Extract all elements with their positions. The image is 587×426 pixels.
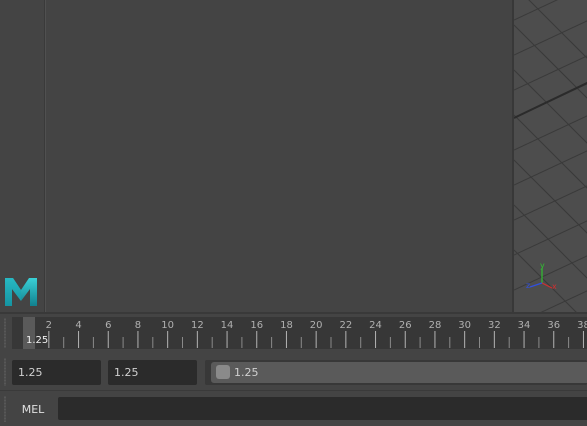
- frame-tick-label: 20: [310, 320, 323, 331]
- axis-z-label: z: [526, 281, 530, 290]
- frame-tick-label: 18: [280, 320, 293, 331]
- range-slider-start-handle[interactable]: [216, 365, 230, 379]
- frame-tick-label: 32: [488, 320, 501, 331]
- frame-tick-label: 36: [547, 320, 560, 331]
- command-language-toggle[interactable]: MEL: [11, 398, 55, 422]
- frame-tick-label: 6: [105, 320, 111, 331]
- perspective-viewport[interactable]: y x z: [512, 0, 587, 312]
- frame-tick-label: 24: [369, 320, 382, 331]
- axis-y-label: y: [540, 261, 545, 270]
- frame-tick-label: 26: [399, 320, 412, 331]
- frame-tick-label: 16: [250, 320, 263, 331]
- animation-start-field[interactable]: 1.25: [12, 360, 101, 385]
- frame-tick-label: 4: [75, 320, 81, 331]
- frame-tick-label: 38: [577, 320, 587, 331]
- range-slider-bar[interactable]: [211, 362, 587, 383]
- frame-tick-label: 14: [221, 320, 234, 331]
- time-slider[interactable]: 2 4 6 8 10 12 14 16 18 20 22 24 26 28 30 32 34 36 38: [12, 317, 587, 349]
- axis-x-label: x: [552, 282, 557, 291]
- frame-tick-label: 22: [339, 320, 352, 331]
- range-slider-grip-handle[interactable]: [4, 358, 6, 386]
- current-time-label: 1.25: [26, 335, 49, 346]
- maya-window: y x z 2 4 6 8 10 12 14 16 18 20 22 24 26 28 30 32 34 36 38…: [0, 0, 587, 426]
- playback-start-field[interactable]: 1.25: [108, 360, 197, 385]
- time-slider-grip-handle[interactable]: [4, 318, 6, 348]
- frame-tick-label: 8: [135, 320, 141, 331]
- frame-tick-label: 34: [518, 320, 531, 331]
- range-slider-label: 1.25: [234, 366, 259, 379]
- frame-tick-label: 12: [191, 320, 204, 331]
- main-panel[interactable]: [46, 0, 510, 314]
- frame-tick-label: 10: [161, 320, 174, 331]
- axis-gizmo-icon: y x z: [526, 261, 557, 291]
- command-line-grip-handle[interactable]: [4, 396, 6, 422]
- maya-logo-icon: [5, 278, 37, 306]
- time-slider-ticks: 2 4 6 8 10 12 14 16 18 20 22 24 26 28 30 32 34 36 38: [33, 320, 587, 348]
- left-tool-strip: [0, 0, 46, 314]
- frame-tick-label: 28: [429, 320, 442, 331]
- frame-tick-label: 30: [458, 320, 471, 331]
- command-line-input[interactable]: [58, 397, 587, 420]
- frame-tick-label: 2: [46, 320, 52, 331]
